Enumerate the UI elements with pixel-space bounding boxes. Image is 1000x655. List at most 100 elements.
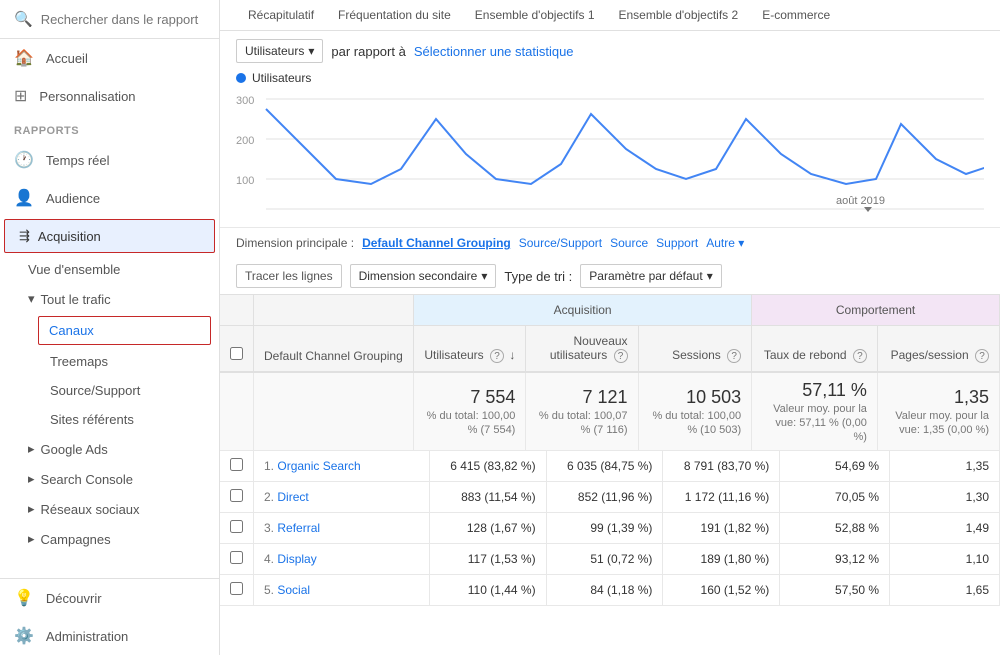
administration-label: Administration bbox=[46, 629, 128, 644]
table-row: 3. Referral 128 (1,67 %) 99 (1,39 %) 191… bbox=[220, 513, 1000, 544]
dimension-default-channel[interactable]: Default Channel Grouping bbox=[362, 236, 511, 250]
sidebar-item-acquisition-label: Acquisition bbox=[38, 229, 101, 244]
sidebar-item-temps-reel[interactable]: 🕐 Temps réel bbox=[0, 141, 219, 179]
sessions-help-icon[interactable]: ? bbox=[727, 349, 741, 363]
google-ads-label: Google Ads bbox=[41, 442, 108, 457]
channel-link-2[interactable]: Referral bbox=[277, 521, 320, 535]
decouvrir-label: Découvrir bbox=[46, 591, 102, 606]
sidebar-item-campagnes[interactable]: ▸ Campagnes bbox=[0, 524, 219, 554]
th-users: Utilisateurs ? ↓ bbox=[414, 326, 526, 373]
line-chart: 300 200 100 août 2019 bbox=[236, 89, 984, 219]
metric-dropdown[interactable]: Utilisateurs ▾ bbox=[236, 39, 323, 63]
sidebar-item-search-console[interactable]: ▸ Search Console bbox=[0, 464, 219, 494]
table-row: 1. Organic Search 6 415 (83,82 %) 6 035 … bbox=[220, 451, 1000, 482]
trace-lignes-button[interactable]: Tracer les lignes bbox=[236, 264, 342, 288]
row-check-3[interactable] bbox=[230, 551, 243, 564]
row-num-2: 3. bbox=[264, 521, 274, 535]
sidebar-item-acquisition[interactable]: ⇶ Acquisition bbox=[4, 219, 215, 253]
row-checkbox-2[interactable] bbox=[220, 513, 254, 544]
sidebar-item-tout-trafic[interactable]: ▾ Tout le trafic bbox=[0, 284, 219, 314]
acquisition-icon: ⇶ bbox=[19, 228, 30, 244]
users-help-icon[interactable]: ? bbox=[490, 349, 504, 363]
channel-link-4[interactable]: Social bbox=[277, 583, 310, 597]
table-row: 2. Direct 883 (11,54 %) 852 (11,96 %) 1 … bbox=[220, 482, 1000, 513]
th-new-users: Nouveaux utilisateurs ? bbox=[526, 326, 638, 373]
chart-legend-label: Utilisateurs bbox=[252, 71, 311, 85]
tab-objectifs-2[interactable]: Ensemble d'objectifs 2 bbox=[607, 0, 751, 30]
sidebar-item-personnalisation[interactable]: ⊞ Personnalisation bbox=[0, 77, 219, 115]
channel-link-3[interactable]: Display bbox=[277, 552, 316, 566]
row-users-0: 6 415 (83,82 %) bbox=[429, 451, 546, 482]
dimension-source-support[interactable]: Source/Support bbox=[519, 236, 602, 250]
row-pages-3: 1,10 bbox=[890, 544, 1000, 575]
row-new-users-0: 6 035 (84,75 %) bbox=[546, 451, 663, 482]
sidebar-bottom: 💡 Découvrir ⚙️ Administration bbox=[0, 578, 219, 655]
th-checkbox-2 bbox=[220, 326, 254, 373]
table-row: 5. Social 110 (1,44 %) 84 (1,18 %) 160 (… bbox=[220, 575, 1000, 606]
row-check-2[interactable] bbox=[230, 520, 243, 533]
tab-recapitulatif[interactable]: Récapitulatif bbox=[236, 0, 326, 30]
row-channel-3: 4. Display bbox=[254, 544, 430, 575]
dimension-support[interactable]: Support bbox=[656, 236, 698, 250]
th-channel bbox=[254, 295, 414, 326]
tab-ecommerce[interactable]: E-commerce bbox=[750, 0, 842, 30]
sidebar-item-google-ads[interactable]: ▸ Google Ads bbox=[0, 434, 219, 464]
clock-icon: 🕐 bbox=[14, 150, 34, 170]
sidebar-search-bar[interactable]: 🔍 bbox=[0, 0, 219, 39]
row-new-users-2: 99 (1,39 %) bbox=[546, 513, 663, 544]
sidebar-item-source-support[interactable]: Source/Support bbox=[0, 376, 219, 405]
sidebar-item-canaux[interactable]: Canaux bbox=[38, 316, 211, 345]
row-bounce-2: 52,88 % bbox=[780, 513, 890, 544]
row-sessions-4: 160 (1,52 %) bbox=[663, 575, 780, 606]
search-input[interactable] bbox=[41, 12, 205, 27]
tab-frequentation[interactable]: Fréquentation du site bbox=[326, 0, 463, 30]
grid-icon: ⊞ bbox=[14, 86, 27, 106]
chart-controls: Utilisateurs ▾ par rapport à Sélectionne… bbox=[236, 39, 984, 63]
sidebar-item-accueil[interactable]: 🏠 Accueil bbox=[0, 39, 219, 77]
sidebar-item-decouvrir[interactable]: 💡 Découvrir bbox=[0, 579, 219, 617]
sidebar-item-reseaux-sociaux[interactable]: ▸ Réseaux sociaux bbox=[0, 494, 219, 524]
sidebar: 🔍 🏠 Accueil ⊞ Personnalisation RAPPORTS … bbox=[0, 0, 220, 655]
tout-trafic-label: Tout le trafic bbox=[41, 292, 111, 307]
channel-link-0[interactable]: Organic Search bbox=[277, 459, 360, 473]
row-num-0: 1. bbox=[264, 459, 274, 473]
select-all-checkbox[interactable] bbox=[230, 347, 243, 360]
row-bounce-1: 70,05 % bbox=[780, 482, 890, 513]
secondary-dim-dropdown[interactable]: Dimension secondaire ▾ bbox=[350, 264, 497, 288]
dimension-source[interactable]: Source bbox=[610, 236, 648, 250]
dimension-autre[interactable]: Autre ▾ bbox=[706, 236, 744, 250]
row-check-0[interactable] bbox=[230, 458, 243, 471]
sidebar-item-vue-ensemble[interactable]: Vue d'ensemble bbox=[0, 255, 219, 284]
row-check-1[interactable] bbox=[230, 489, 243, 502]
row-users-2: 128 (1,67 %) bbox=[429, 513, 546, 544]
sidebar-item-treemaps[interactable]: Treemaps bbox=[0, 347, 219, 376]
sidebar-item-administration[interactable]: ⚙️ Administration bbox=[0, 617, 219, 655]
row-checkbox-1[interactable] bbox=[220, 482, 254, 513]
row-channel-0: 1. Organic Search bbox=[254, 451, 430, 482]
secondary-dim-label: Dimension secondaire bbox=[359, 269, 478, 283]
trace-lignes-label: Tracer les lignes bbox=[245, 269, 333, 283]
row-pages-4: 1,65 bbox=[890, 575, 1000, 606]
sidebar-item-sites-referents[interactable]: Sites référents bbox=[0, 405, 219, 434]
th-channel-label: Default Channel Grouping bbox=[254, 326, 414, 373]
pages-help-icon[interactable]: ? bbox=[975, 349, 989, 363]
row-checkbox-0[interactable] bbox=[220, 451, 254, 482]
sort-dropdown[interactable]: Paramètre par défaut ▾ bbox=[580, 264, 721, 288]
search-icon: 🔍 bbox=[14, 10, 33, 28]
metric-dropdown-label: Utilisateurs bbox=[245, 44, 304, 58]
channel-link-1[interactable]: Direct bbox=[277, 490, 308, 504]
bounce-help-icon[interactable]: ? bbox=[853, 349, 867, 363]
expand-icon: ▾ bbox=[28, 291, 35, 307]
svg-text:100: 100 bbox=[236, 175, 254, 187]
sidebar-item-audience[interactable]: 👤 Audience bbox=[0, 179, 219, 217]
users-sort-icon[interactable]: ↓ bbox=[509, 348, 515, 362]
select-stat-link[interactable]: Sélectionner une statistique bbox=[414, 44, 574, 59]
tab-objectifs-1[interactable]: Ensemble d'objectifs 1 bbox=[463, 0, 607, 30]
row-checkbox-4[interactable] bbox=[220, 575, 254, 606]
dropdown-arrow-icon: ▾ bbox=[308, 44, 314, 58]
secondary-dim-arrow: ▾ bbox=[481, 269, 487, 283]
row-bounce-0: 54,69 % bbox=[780, 451, 890, 482]
row-check-4[interactable] bbox=[230, 582, 243, 595]
row-checkbox-3[interactable] bbox=[220, 544, 254, 575]
new-users-help-icon[interactable]: ? bbox=[614, 349, 628, 363]
